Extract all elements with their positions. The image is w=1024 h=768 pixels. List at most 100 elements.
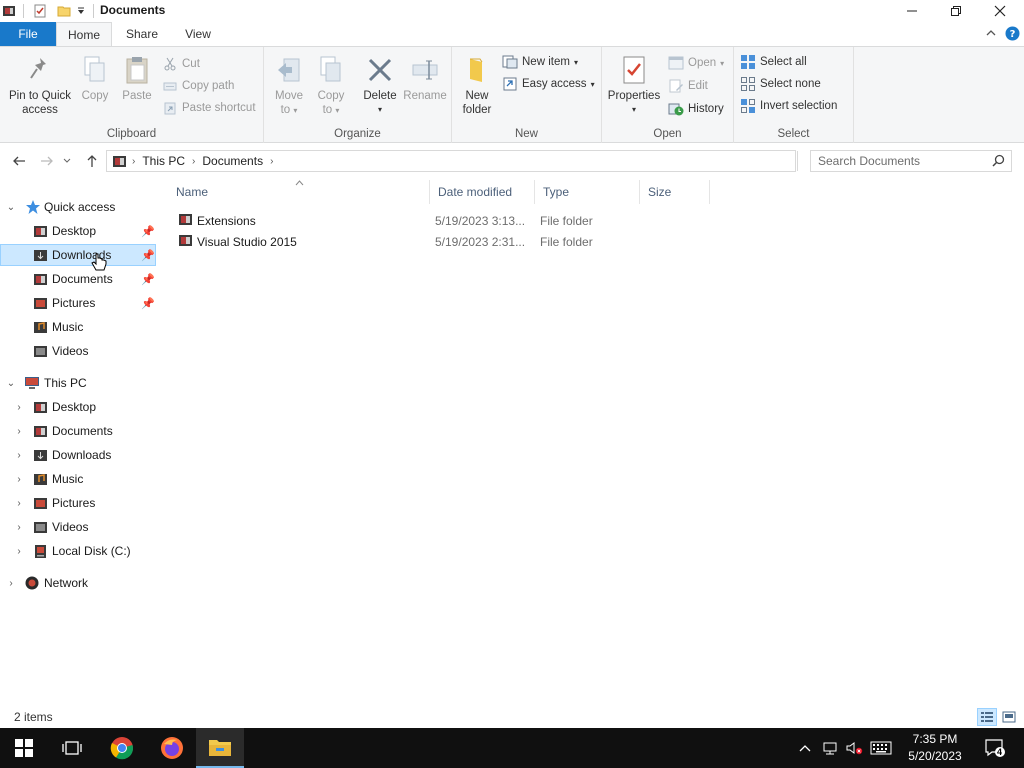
invert-selection-button[interactable]: Invert selection <box>740 96 837 116</box>
nav-quick-videos[interactable]: Videos <box>0 340 156 362</box>
breadcrumb-separator-icon[interactable]: › <box>188 156 199 167</box>
help-icon[interactable]: ? <box>1005 26 1021 42</box>
task-view-icon[interactable] <box>48 728 96 768</box>
rename-button[interactable]: Rename <box>402 55 448 103</box>
pin-icon[interactable]: 📌 <box>141 225 155 238</box>
nav-quick-music[interactable]: Music <box>0 316 156 338</box>
pin-icon[interactable]: 📌 <box>141 297 155 310</box>
restore-button[interactable] <box>934 0 978 22</box>
collapsed-chevron-icon[interactable]: › <box>14 450 24 461</box>
collapse-ribbon-icon[interactable] <box>984 26 1000 42</box>
pin-icon[interactable]: 📌 <box>141 273 155 286</box>
collapsed-chevron-icon[interactable]: › <box>6 578 16 589</box>
easy-access-button[interactable]: Easy access ▾ <box>502 74 595 94</box>
file-explorer-icon[interactable] <box>196 728 244 768</box>
file-row[interactable]: Visual Studio 2015 5/19/2023 2:31... Fil… <box>176 231 716 252</box>
paste-shortcut-button[interactable]: Paste shortcut <box>162 98 256 118</box>
keyboard-icon[interactable] <box>868 728 894 768</box>
collapsed-chevron-icon[interactable]: › <box>14 546 24 557</box>
nav-quick-documents[interactable]: Documents 📌 <box>0 268 156 290</box>
select-all-button[interactable]: Select all <box>740 52 807 72</box>
select-none-button[interactable]: Select none <box>740 74 821 94</box>
properties-button[interactable]: Properties ▾ <box>606 55 662 117</box>
nav-pc-music[interactable]: › Music <box>0 468 156 490</box>
new-item-button[interactable]: New item ▾ <box>502 52 578 72</box>
column-header-date-modified[interactable]: Date modified <box>430 180 535 204</box>
move-to-button[interactable]: Move to ▾ <box>268 55 310 118</box>
chrome-icon[interactable] <box>98 728 146 768</box>
nav-network[interactable]: › Network <box>0 572 156 594</box>
delete-button[interactable]: Delete ▾ <box>360 55 400 117</box>
file-row[interactable]: Extensions 5/19/2023 3:13... File folder <box>176 210 716 231</box>
show-hidden-icons-chevron-icon[interactable] <box>796 728 814 768</box>
nav-quick-pictures[interactable]: Pictures 📌 <box>0 292 156 314</box>
column-header-type[interactable]: Type <box>535 180 640 204</box>
search-box[interactable] <box>810 150 1012 172</box>
copy-button[interactable]: Copy <box>76 55 114 103</box>
details-view-icon[interactable] <box>977 708 997 726</box>
up-arrow-icon[interactable] <box>81 151 103 171</box>
search-input[interactable] <box>818 154 988 168</box>
breadcrumb-this-pc[interactable]: This PC <box>139 154 188 168</box>
search-icon[interactable] <box>992 154 1005 170</box>
collapsed-chevron-icon[interactable]: › <box>14 522 24 533</box>
start-windows-icon[interactable] <box>0 728 48 768</box>
nav-pc-downloads[interactable]: › Downloads <box>0 444 156 466</box>
collapsed-chevron-icon[interactable]: › <box>14 474 24 485</box>
collapsed-chevron-icon[interactable]: › <box>14 402 24 413</box>
edit-button[interactable]: Edit <box>668 76 708 96</box>
pin-icon[interactable]: 📌 <box>141 249 155 262</box>
paste-button[interactable]: Paste <box>118 55 156 103</box>
expanded-chevron-icon[interactable]: ⌄ <box>6 202 16 213</box>
network-status-icon[interactable] <box>820 728 840 768</box>
recent-locations-chevron-icon[interactable] <box>60 151 74 171</box>
nav-pc-local-disk[interactable]: › Local Disk (C:) <box>0 540 156 562</box>
minimize-button[interactable] <box>890 0 934 22</box>
firefox-icon[interactable] <box>148 728 196 768</box>
nav-quick-access[interactable]: ⌄ Quick access <box>0 196 156 218</box>
customize-toolbar-chevron-icon[interactable] <box>74 3 88 19</box>
new-folder-icon[interactable] <box>56 3 72 19</box>
column-header-name[interactable]: Name <box>168 180 430 204</box>
close-button[interactable] <box>978 0 1022 22</box>
breadcrumb-documents[interactable]: Documents <box>199 154 266 168</box>
tab-share[interactable]: Share <box>114 22 170 46</box>
nav-quick-desktop[interactable]: Desktop 📌 <box>0 220 156 242</box>
open-button[interactable]: Open ▾ <box>668 53 724 73</box>
nav-quick-downloads[interactable]: Downloads 📌 <box>0 244 156 271</box>
select-group-label: Select <box>777 128 810 140</box>
forward-arrow-icon[interactable] <box>36 151 58 171</box>
breadcrumb-separator-icon[interactable]: › <box>128 156 139 167</box>
nav-pc-documents[interactable]: › Documents <box>0 420 156 442</box>
volume-muted-icon[interactable] <box>844 728 864 768</box>
new-folder-button[interactable]: New folder <box>456 55 498 117</box>
column-header-size[interactable]: Size <box>640 180 710 204</box>
expanded-chevron-icon[interactable]: ⌄ <box>6 378 16 389</box>
history-icon <box>668 101 684 117</box>
nav-pc-pictures[interactable]: › Pictures <box>0 492 156 514</box>
history-button[interactable]: History <box>668 99 724 119</box>
action-center-icon[interactable]: 4 <box>980 728 1010 768</box>
tab-file[interactable]: File <box>0 22 56 46</box>
app-icon[interactable] <box>0 3 18 19</box>
window-title: Documents <box>100 3 166 17</box>
collapsed-chevron-icon[interactable]: › <box>14 426 24 437</box>
taskbar-clock[interactable]: 7:35 PM 5/20/2023 <box>896 731 974 765</box>
copy-path-button[interactable]: Copy path <box>162 76 234 96</box>
properties-icon[interactable] <box>32 3 48 19</box>
videos-folder-icon <box>32 343 48 359</box>
collapsed-chevron-icon[interactable]: › <box>14 498 24 509</box>
tab-home[interactable]: Home <box>56 22 112 47</box>
tab-view[interactable]: View <box>172 22 224 46</box>
nav-pc-desktop[interactable]: › Desktop <box>0 396 156 418</box>
large-icons-view-icon[interactable] <box>999 708 1019 726</box>
pin-to-quick-access-button[interactable]: Pin to Quick access <box>4 55 76 117</box>
nav-pc-videos[interactable]: › Videos <box>0 516 156 538</box>
address-bar[interactable]: › This PC › Documents › <box>106 150 798 172</box>
back-arrow-icon[interactable] <box>8 151 30 171</box>
breadcrumb-separator-icon[interactable]: › <box>266 156 277 167</box>
copy-to-button[interactable]: Copy to ▾ <box>310 55 352 118</box>
cut-button[interactable]: Cut <box>162 54 200 74</box>
desktop-folder-icon <box>32 223 48 239</box>
nav-this-pc[interactable]: ⌄ This PC <box>0 372 156 394</box>
